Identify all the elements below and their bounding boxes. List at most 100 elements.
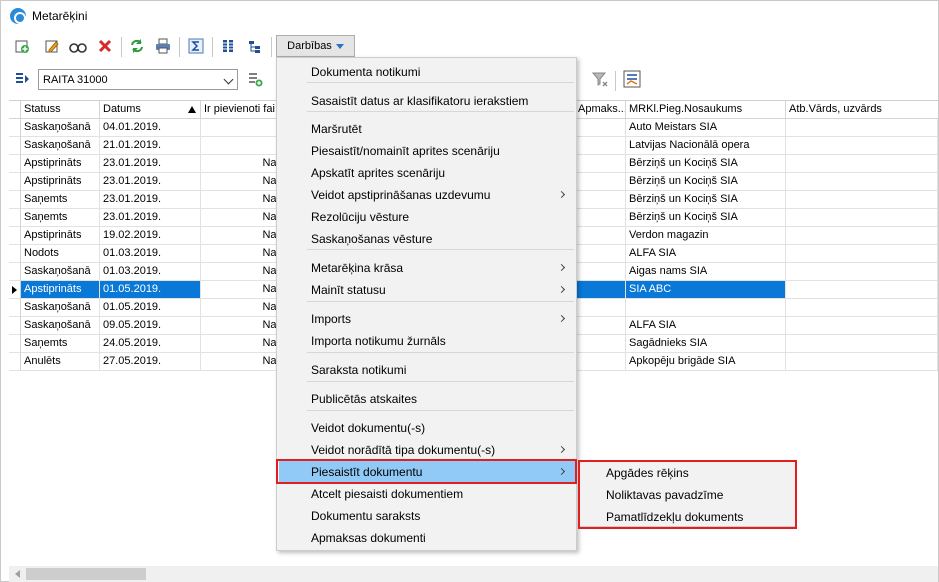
annotation-highlight-submenu: [578, 460, 797, 529]
current-row-pointer-icon: [12, 286, 17, 294]
menu-item[interactable]: Importa notikumu žurnāls: [279, 330, 576, 352]
register-combobox[interactable]: RAITA 31000: [38, 69, 238, 90]
chevron-right-icon: [557, 263, 566, 272]
payment-cell: [575, 173, 626, 191]
date-cell: 23.01.2019.: [100, 155, 201, 173]
files-cell: Nav: [201, 227, 285, 245]
report-icon[interactable]: [621, 68, 643, 90]
filter-clear-icon[interactable]: [589, 68, 611, 90]
actions-dropdown-button[interactable]: Darbības: [276, 35, 355, 57]
payment-cell: [575, 191, 626, 209]
date-cell: 19.02.2019.: [100, 227, 201, 245]
menu-item[interactable]: Mainīt statusu: [279, 279, 576, 301]
delete-icon[interactable]: [94, 35, 116, 57]
column-header-date-label: Datums: [103, 103, 141, 115]
column-header-date[interactable]: Datums: [100, 101, 201, 119]
row-indicator: [9, 263, 21, 281]
supplier-cell: Verdon magazin: [626, 227, 786, 245]
print-icon[interactable]: [152, 35, 174, 57]
menu-item[interactable]: Apmaksas dokumenti: [279, 527, 576, 549]
menu-item-label: Rezolūciju vēsture: [311, 210, 410, 224]
menu-item[interactable]: Dokumentu saraksts: [279, 505, 576, 527]
menu-item[interactable]: Rezolūciju vēsture: [279, 206, 576, 228]
chevron-right-icon: [557, 314, 566, 323]
horizontal-scrollbar[interactable]: [9, 566, 938, 582]
date-cell: 01.03.2019.: [100, 245, 201, 263]
files-cell: Nav: [201, 317, 285, 335]
refresh-icon[interactable]: [126, 35, 148, 57]
menu-item[interactable]: Veidot dokumentu(-s): [279, 417, 576, 439]
date-cell: 23.01.2019.: [100, 173, 201, 191]
title-bar: Metarēķini: [1, 1, 938, 31]
menu-item[interactable]: Veidot norādītā tipa dokumentu(-s): [279, 439, 576, 461]
files-cell: I: [201, 119, 285, 137]
menu-item[interactable]: Saraksta notikumi: [279, 359, 576, 381]
menu-item[interactable]: Sasaistīt datus ar klasifikatoru ierakst…: [279, 90, 576, 112]
menu-item-label: Saskaņošanas vēsture: [311, 232, 433, 246]
date-cell: 04.01.2019.: [100, 119, 201, 137]
main-window: Metarēķini Darbības RAITA 31000 Statuss …: [0, 0, 939, 582]
files-cell: Nav: [201, 173, 285, 191]
menu-item[interactable]: Dokumenta notikumi: [279, 61, 576, 83]
menu-separator: [307, 352, 574, 353]
column-header-supplier[interactable]: MRKl.Pieg.Nosaukums: [626, 101, 786, 119]
menu-item-label: Veidot norādītā tipa dokumentu(-s): [311, 443, 496, 457]
row-indicator: [9, 191, 21, 209]
menu-item[interactable]: Maršrutēt: [279, 118, 576, 140]
payment-cell: [575, 317, 626, 335]
menu-item-label: Saraksta notikumi: [311, 363, 407, 377]
chevron-down-icon: [223, 74, 234, 85]
responsible-cell: [786, 245, 938, 263]
window-title: Metarēķini: [32, 9, 88, 23]
menu-item[interactable]: Imports: [279, 308, 576, 330]
menu-item[interactable]: Piesaistīt/nomainīt aprites scenāriju: [279, 140, 576, 162]
row-indicator-header: [9, 101, 21, 119]
column-header-responsible[interactable]: Atb.Vārds, uzvārds: [786, 101, 938, 119]
add-register-icon[interactable]: [244, 68, 266, 90]
menu-item[interactable]: Apskatīt aprites scenāriju: [279, 162, 576, 184]
menu-item[interactable]: Saskaņošanas vēsture: [279, 228, 576, 250]
scrollbar-thumb[interactable]: [26, 568, 146, 580]
row-indicator: [9, 245, 21, 263]
responsible-cell: [786, 335, 938, 353]
menu-item-label: Veidot apstiprināšanas uzdevumu: [311, 188, 491, 202]
menu-item-label: Apmaksas dokumenti: [311, 531, 426, 545]
files-cell: I: [201, 137, 285, 155]
chevron-right-icon: [557, 445, 566, 454]
scroll-left-button[interactable]: [9, 566, 25, 582]
payment-cell: [575, 137, 626, 155]
payment-cell: [575, 263, 626, 281]
menu-item[interactable]: Publicētās atskaites: [279, 388, 576, 410]
responsible-cell: [786, 155, 938, 173]
menu-item[interactable]: Atcelt piesaisti dokumentiem: [279, 483, 576, 505]
supplier-cell: [626, 299, 786, 317]
add-icon[interactable]: [11, 35, 33, 57]
menu-item-label: Dokumentu saraksts: [311, 509, 421, 523]
date-cell: 23.01.2019.: [100, 209, 201, 227]
column-header-status[interactable]: Statuss: [21, 101, 100, 119]
edit-icon[interactable]: [41, 35, 63, 57]
supplier-cell: Bērziņš un Kociņš SIA: [626, 173, 786, 191]
files-cell: Nav: [201, 281, 285, 299]
status-cell: Anulēts: [21, 353, 100, 371]
register-combobox-value: RAITA 31000: [43, 73, 108, 86]
responsible-cell: [786, 137, 938, 155]
payment-cell: [575, 299, 626, 317]
menu-item[interactable]: Metarēķina krāsa: [279, 257, 576, 279]
view-icon[interactable]: [67, 35, 89, 57]
status-cell: Saņemts: [21, 209, 100, 227]
files-cell: Nav: [201, 155, 285, 173]
tree-icon[interactable]: [244, 35, 266, 57]
status-cell: Apstiprināts: [21, 173, 100, 191]
chevron-down-icon: [335, 43, 344, 49]
supplier-cell: Latvijas Nacionālā opera: [626, 137, 786, 155]
menu-item[interactable]: Veidot apstiprināšanas uzdevumu: [279, 184, 576, 206]
columns-icon[interactable]: [218, 35, 240, 57]
date-cell: 21.01.2019.: [100, 137, 201, 155]
sum-icon[interactable]: [185, 35, 207, 57]
filter-apply-icon[interactable]: [11, 68, 33, 90]
column-header-payment[interactable]: Apmaks...: [575, 101, 626, 119]
row-indicator: [9, 299, 21, 317]
column-header-files[interactable]: Ir pievienoti fai: [201, 101, 285, 119]
row-indicator: [9, 173, 21, 191]
